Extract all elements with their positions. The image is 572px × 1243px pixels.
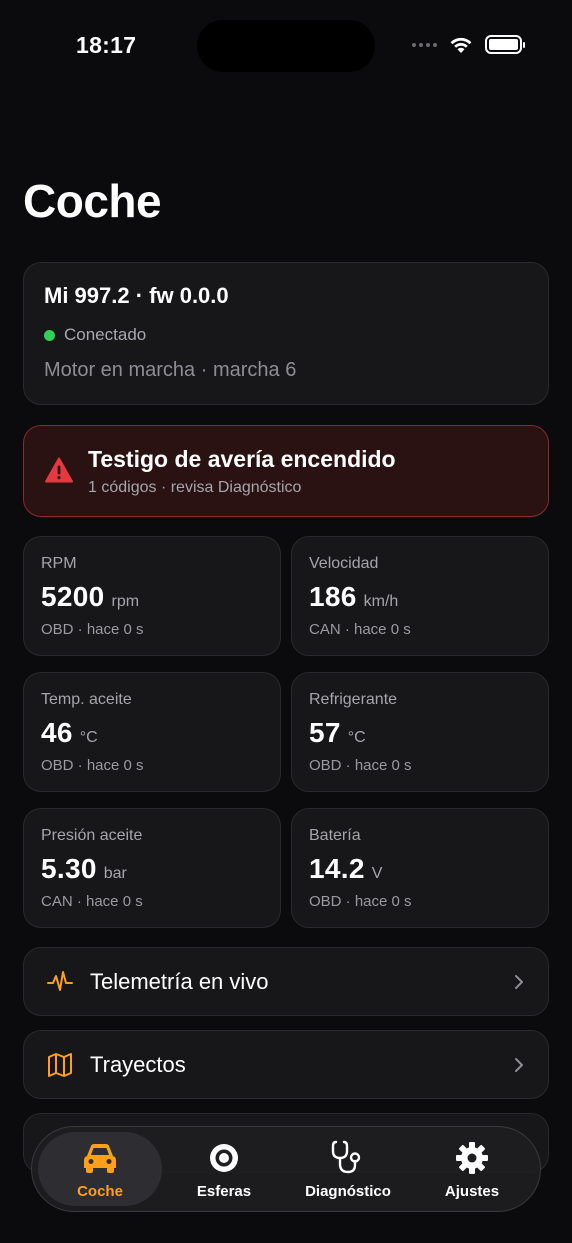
metric-coolant[interactable]: Refrigerante 57 °C OBD · hace 0 s bbox=[291, 672, 549, 792]
connection-label: Conectado bbox=[64, 325, 147, 344]
wifi-icon bbox=[450, 37, 472, 53]
screen: 18:17 Coche Mi 997.2 · fw 0.0.0 Conectad… bbox=[0, 0, 572, 1243]
car-icon bbox=[84, 1143, 116, 1173]
chevron-right-icon bbox=[515, 1057, 523, 1072]
metric-source: CAN · hace 0 s bbox=[309, 621, 411, 638]
metric-oil-temp[interactable]: Temp. aceite 46 °C OBD · hace 0 s bbox=[23, 672, 281, 792]
pulse-icon bbox=[47, 970, 73, 991]
tab-label: Esferas bbox=[196, 1182, 252, 1200]
metric-speed[interactable]: Velocidad 186 km/h CAN · hace 0 s bbox=[291, 536, 549, 656]
metric-label: Batería bbox=[309, 827, 361, 844]
metric-value: 5200 bbox=[41, 581, 105, 612]
warning-icon bbox=[45, 457, 73, 483]
stethoscope-icon bbox=[331, 1140, 361, 1173]
metric-label: Refrigerante bbox=[309, 691, 398, 708]
dynamic-island bbox=[197, 20, 375, 72]
vehicle-card[interactable]: Mi 997.2 · fw 0.0.0 Conectado Motor en m… bbox=[23, 262, 549, 405]
metric-unit: °C bbox=[347, 729, 366, 746]
metric-value: 14.2 bbox=[309, 853, 365, 884]
gear-icon bbox=[456, 1141, 488, 1174]
chevron-right-icon bbox=[515, 974, 523, 989]
nav-row-label: Trayectos bbox=[90, 1051, 186, 1077]
metric-label: RPM bbox=[41, 555, 77, 572]
metric-value: 57 bbox=[309, 717, 341, 748]
metric-rpm[interactable]: RPM 5200 rpm OBD · hace 0 s bbox=[23, 536, 281, 656]
metric-source: OBD · hace 0 s bbox=[41, 621, 144, 638]
map-icon bbox=[48, 1052, 72, 1077]
metric-unit: °C bbox=[79, 729, 98, 746]
status-time: 18:17 bbox=[76, 32, 137, 58]
tab-label: Ajustes bbox=[444, 1182, 500, 1200]
metric-unit: V bbox=[371, 865, 383, 882]
nav-row-trips[interactable]: Trayectos bbox=[23, 1030, 549, 1099]
nav-row-label: Telemetría en vivo bbox=[90, 968, 269, 994]
gauge-icon bbox=[210, 1143, 238, 1172]
tab-label: Diagnóstico bbox=[305, 1182, 391, 1200]
cellular-signal-icon bbox=[412, 42, 437, 47]
connected-dot-icon bbox=[44, 329, 55, 341]
metric-label: Presión aceite bbox=[41, 827, 143, 844]
metric-value: 46 bbox=[41, 717, 73, 748]
metric-value: 186 bbox=[309, 581, 357, 612]
vehicle-name: Mi 997.2 · fw 0.0.0 bbox=[44, 283, 229, 308]
metric-oil-pressure[interactable]: Presión aceite 5.30 bar CAN · hace 0 s bbox=[23, 808, 281, 928]
tab-label: Coche bbox=[77, 1182, 123, 1200]
metric-unit: rpm bbox=[111, 593, 140, 610]
check-engine-alert[interactable]: Testigo de avería encendido 1 códigos · … bbox=[23, 425, 549, 517]
tab-diagnostico[interactable]: Diagnóstico bbox=[286, 1132, 410, 1206]
metric-source: OBD · hace 0 s bbox=[41, 757, 144, 774]
metric-label: Velocidad bbox=[309, 555, 379, 572]
nav-row-live-telemetry[interactable]: Telemetría en vivo bbox=[23, 947, 549, 1016]
metric-source: CAN · hace 0 s bbox=[41, 893, 143, 910]
connection-status: Conectado bbox=[44, 325, 528, 345]
metric-source: OBD · hace 0 s bbox=[309, 757, 412, 774]
metric-value: 5.30 bbox=[41, 853, 97, 884]
metric-label: Temp. aceite bbox=[41, 691, 132, 708]
metric-unit: bar bbox=[103, 865, 127, 882]
metric-unit: km/h bbox=[363, 593, 399, 610]
alert-subtitle: 1 códigos · revisa Diagnóstico bbox=[88, 479, 302, 496]
tab-bar: Coche Esferas Diagnóstico Ajustes bbox=[31, 1126, 541, 1212]
metric-source: OBD · hace 0 s bbox=[309, 893, 412, 910]
battery-icon bbox=[485, 35, 525, 54]
tab-ajustes[interactable]: Ajustes bbox=[410, 1132, 534, 1206]
alert-title: Testigo de avería encendido bbox=[88, 446, 396, 472]
page-title: Coche bbox=[23, 175, 162, 227]
tab-coche[interactable]: Coche bbox=[38, 1132, 162, 1206]
status-indicators bbox=[412, 35, 525, 54]
engine-status: Motor en marcha · marcha 6 bbox=[44, 359, 297, 381]
tab-esferas[interactable]: Esferas bbox=[162, 1132, 286, 1206]
metric-battery[interactable]: Batería 14.2 V OBD · hace 0 s bbox=[291, 808, 549, 928]
